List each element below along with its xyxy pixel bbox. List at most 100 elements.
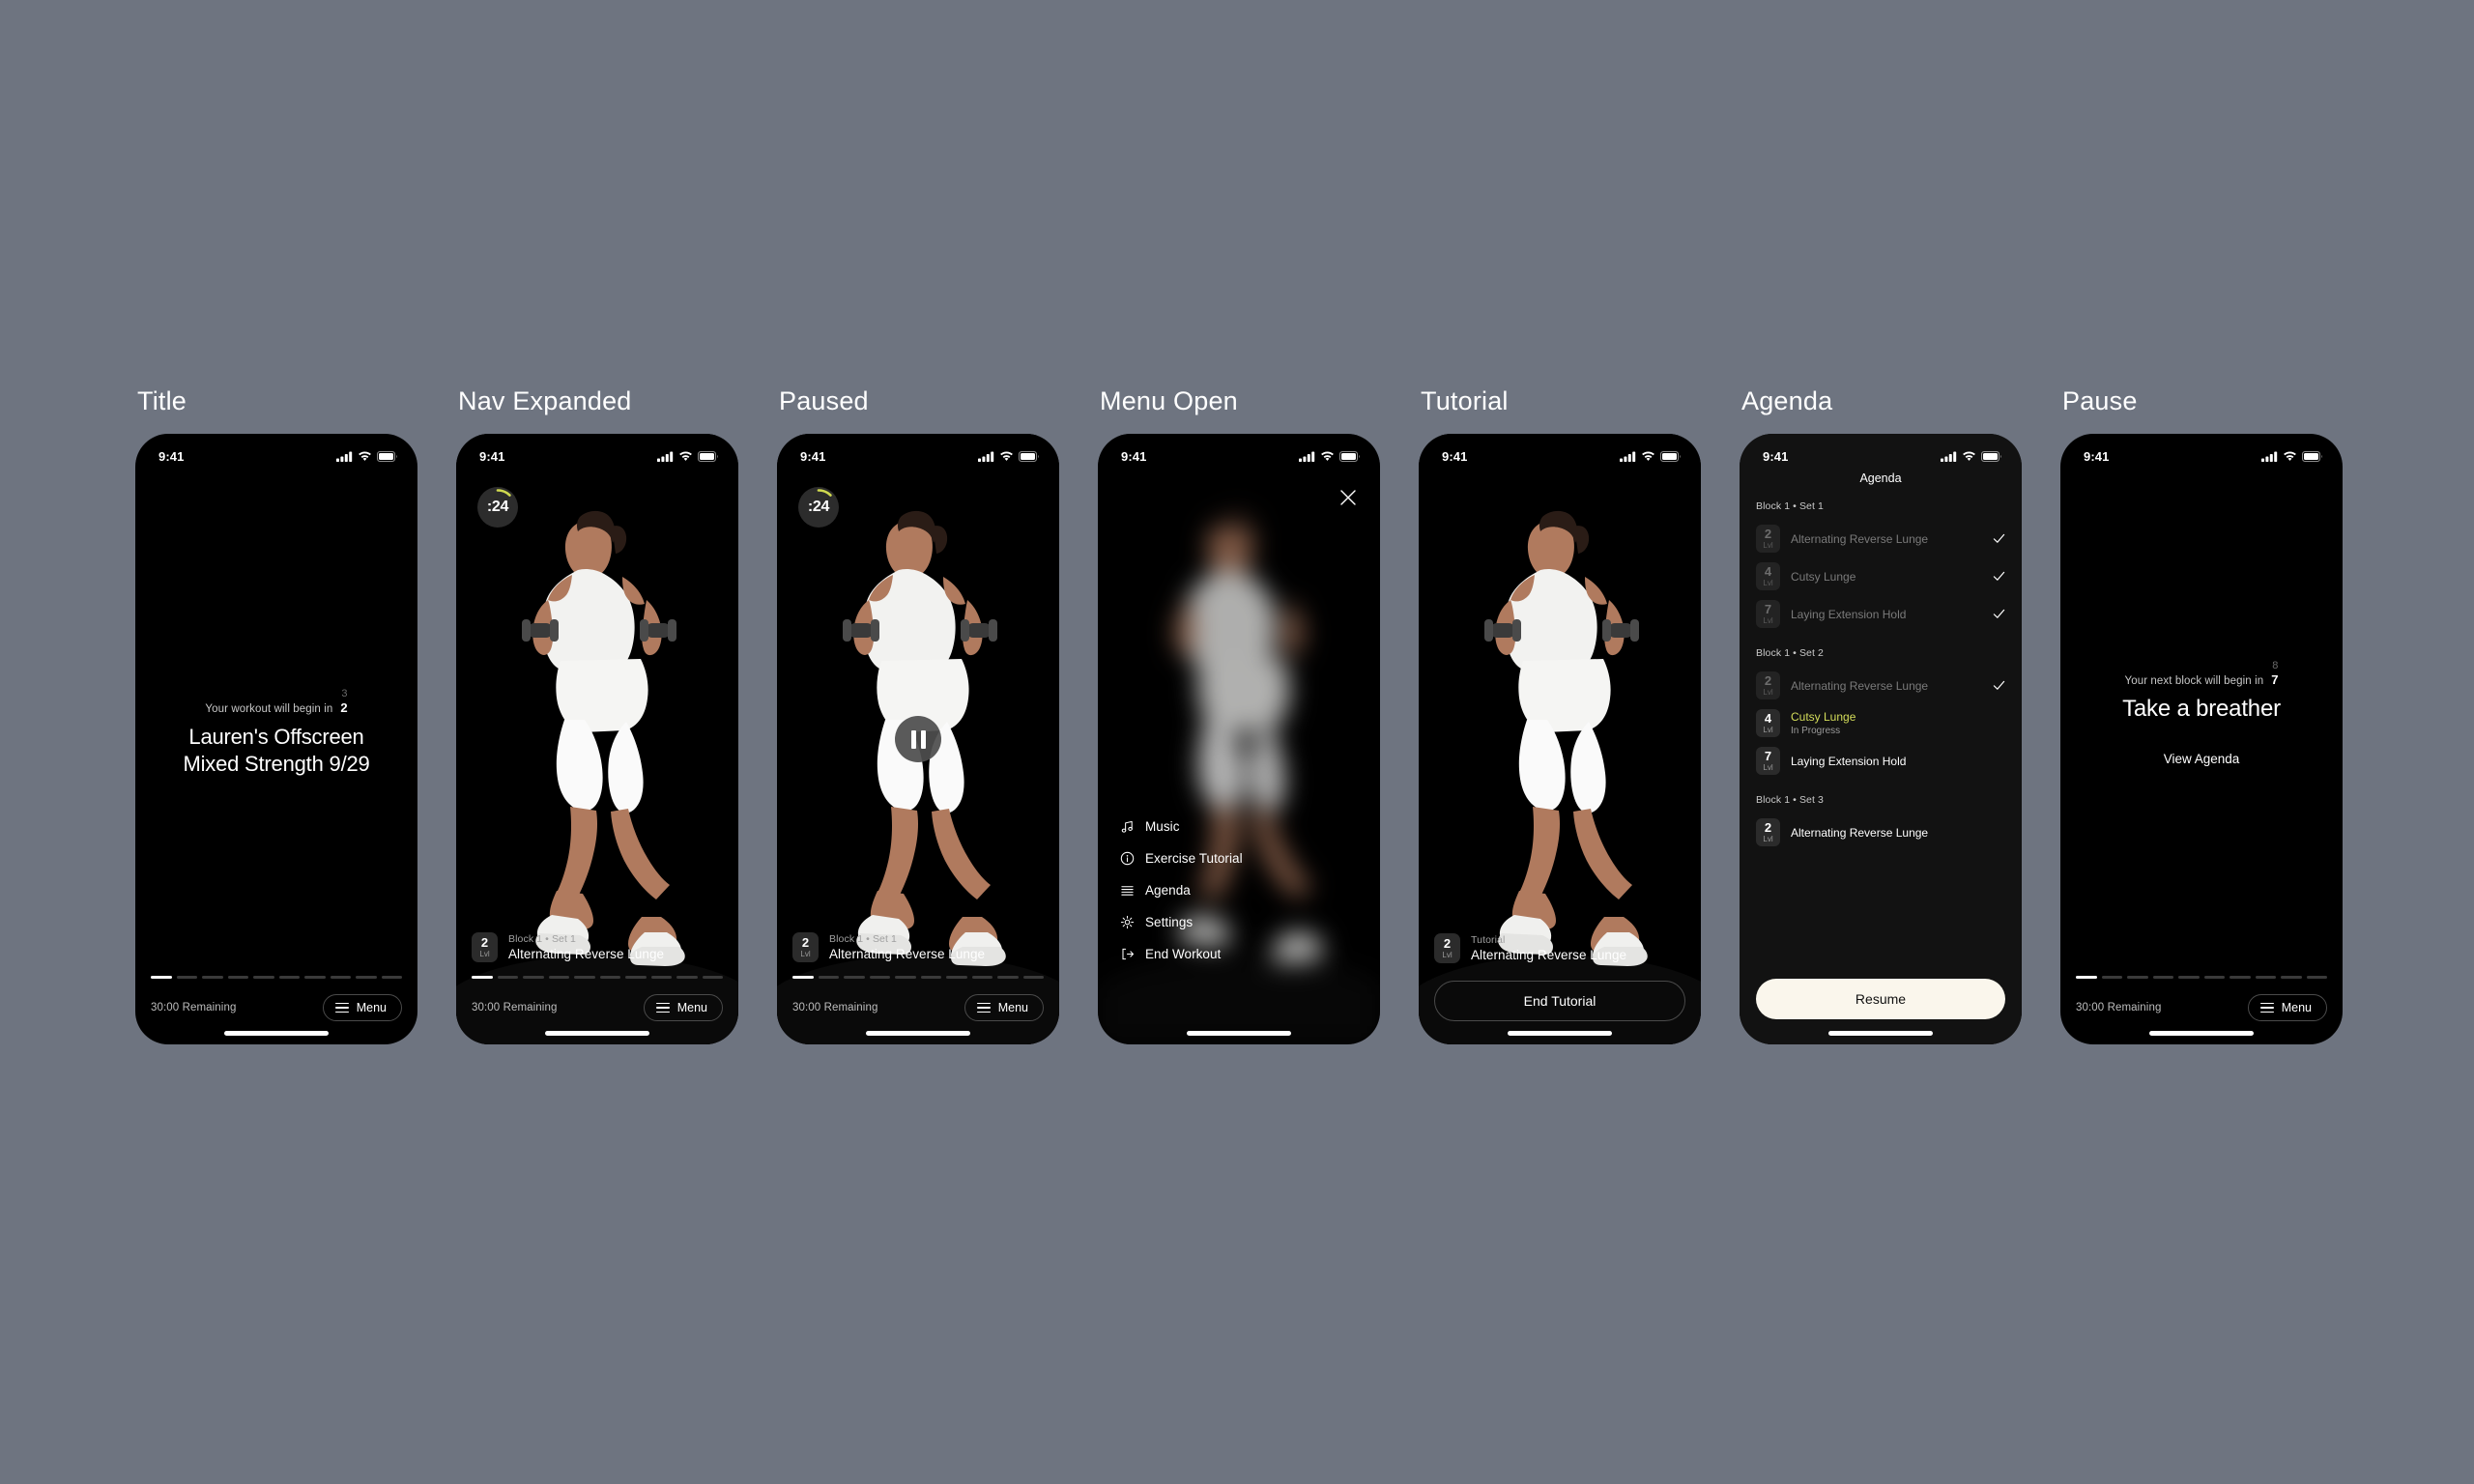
menu-button-label: Menu: [676, 1001, 707, 1014]
timer-progress-ring: [496, 489, 511, 497]
countdown-line: Your next block will begin in 8 7: [2125, 661, 2279, 688]
home-indicator: [545, 1031, 649, 1036]
cellular-signal-icon: [657, 451, 674, 462]
agenda-row[interactable]: 7 Lvl Laying Extension Hold: [1756, 742, 2005, 780]
agenda-list[interactable]: Block 1 • Set 1 2 Lvl Alternating Revers…: [1740, 500, 2022, 969]
agenda-exercise-name: Cutsy Lunge: [1791, 710, 1856, 724]
cellular-signal-icon: [1620, 451, 1636, 462]
agenda-row[interactable]: 2 Lvl Alternating Reverse Lunge: [1756, 520, 2005, 557]
close-button[interactable]: [1338, 487, 1359, 508]
phone-paused: 9:41 :24 2 Lvl Block 1 • Set 1 Alternati…: [777, 434, 1059, 1044]
agenda-row[interactable]: 2 Lvl Alternating Reverse Lunge: [1756, 813, 2005, 851]
menu-item-label: Music: [1145, 818, 1180, 834]
progress-segment: [869, 976, 890, 979]
frame-label-agenda: Agenda: [1741, 386, 1833, 415]
status-bar-time: 9:41: [2084, 448, 2110, 464]
music-icon: [1119, 818, 1135, 834]
level-value: 7: [1764, 602, 1772, 616]
frame-label-tutorial: Tutorial: [1421, 386, 1509, 415]
menu-button[interactable]: Menu: [2247, 994, 2327, 1021]
progress-segment: [202, 976, 223, 979]
status-bar-time: 9:41: [158, 448, 185, 464]
progress-segment: [2229, 976, 2251, 979]
battery-icon: [1339, 450, 1360, 462]
battery-icon: [1660, 450, 1681, 462]
status-bar-time: 9:41: [800, 448, 826, 464]
progress-segment: [227, 976, 248, 979]
menu-button[interactable]: Menu: [964, 994, 1044, 1021]
progress-segment: [971, 976, 992, 979]
level-badge: 2 Lvl: [1756, 671, 1780, 699]
menu-button[interactable]: Menu: [643, 994, 723, 1021]
agenda-exercise-name: Alternating Reverse Lunge: [1791, 531, 1929, 546]
agenda-group-label: Block 1 • Set 2: [1756, 647, 1824, 659]
check-icon: [1993, 571, 2005, 581]
status-bar-time: 9:41: [479, 448, 505, 464]
progress-segment: [2203, 976, 2225, 979]
level-badge: 4 Lvl: [1756, 562, 1780, 590]
rest-timer-badge: :24: [798, 487, 839, 528]
phone-menu-open: 9:41 Music Exercise Tutorial Agenda Sett…: [1098, 434, 1380, 1044]
progress-segment: [946, 976, 967, 979]
wifi-icon: [1963, 450, 1975, 461]
agenda-row-current[interactable]: 4 Lvl Cutsy Lunge In Progress: [1756, 704, 2005, 742]
wifi-icon: [679, 450, 692, 461]
progress-segment: [574, 976, 595, 979]
bottom-row: 30:00 Remaining Menu: [472, 994, 723, 1021]
progress-segment: [151, 976, 172, 979]
pause-icon: [910, 729, 926, 749]
agenda-row[interactable]: 7 Lvl Laying Extension Hold: [1756, 595, 2005, 633]
agenda-text: Alternating Reverse Lunge: [1791, 826, 2005, 840]
pause-button[interactable]: [895, 716, 941, 762]
agenda-text: Alternating Reverse Lunge: [1791, 679, 1982, 693]
progress-segment: [278, 976, 300, 979]
progress-segment: [304, 976, 326, 979]
home-indicator: [2149, 1031, 2254, 1036]
agenda-group: Block 1 • Set 2 2 Lvl Alternating Revers…: [1756, 647, 2005, 780]
cellular-signal-icon: [978, 451, 994, 462]
agenda-exercise-name: Cutsy Lunge: [1791, 569, 1856, 584]
status-bar-icons: [1941, 450, 2002, 462]
close-icon: [1340, 490, 1356, 505]
status-bar-time: 9:41: [1442, 448, 1468, 464]
exercise-text: Tutorial Alternating Reverse Lunge: [1471, 934, 1626, 962]
agenda-exercise-name: Alternating Reverse Lunge: [1791, 678, 1929, 693]
agenda-row[interactable]: 4 Lvl Cutsy Lunge: [1756, 557, 2005, 595]
end-tutorial-button[interactable]: End Tutorial: [1434, 981, 1685, 1021]
screenshot-board: Title 9:41 Your workout will begin in 3 …: [0, 0, 2474, 1484]
page-title: Lauren's Offscreen Mixed Strength 9/29: [183, 724, 369, 777]
cellular-signal-icon: [1299, 451, 1315, 462]
menu-item-exercise-tutorial[interactable]: Exercise Tutorial: [1119, 850, 1243, 866]
phone-pause: 9:41 Your next block will begin in 8 7 T…: [2060, 434, 2343, 1044]
status-bar-icons: [978, 450, 1040, 462]
exercise-text: Block 1 • Set 1 Alternating Reverse Lung…: [508, 933, 664, 961]
level-value: 2: [1764, 673, 1772, 688]
bottom-row: 30:00 Remaining Menu: [151, 994, 402, 1021]
agenda-exercise-name: Alternating Reverse Lunge: [1791, 825, 1929, 840]
wifi-icon: [1321, 450, 1334, 461]
agenda-row[interactable]: 2 Lvl Alternating Reverse Lunge: [1756, 667, 2005, 704]
menu-overlay: Music Exercise Tutorial Agenda Settings …: [1098, 434, 1380, 1044]
menu-item-end-workout[interactable]: End Workout: [1119, 946, 1243, 961]
menu-button[interactable]: Menu: [322, 994, 402, 1021]
menu-item-settings[interactable]: Settings: [1119, 914, 1243, 929]
progress-segments: [792, 976, 1044, 979]
phone-agenda: 9:41 Agenda Block 1 • Set 1 2 Lvl Altern…: [1740, 434, 2022, 1044]
view-agenda-link[interactable]: View Agenda: [2164, 752, 2240, 766]
level-label: Lvl: [1763, 763, 1773, 772]
agenda-group-label: Block 1 • Set 1: [1756, 500, 1824, 512]
current-exercise: 2 Lvl Tutorial Alternating Reverse Lunge: [1434, 933, 1685, 977]
bottom-row: 30:00 Remaining Menu: [2076, 994, 2327, 1021]
timer-progress-ring: [817, 489, 832, 497]
agenda-text: Laying Extension Hold: [1791, 608, 1982, 621]
home-indicator: [1508, 1031, 1612, 1036]
progress-segment: [997, 976, 1019, 979]
bottom-bar: 2 Lvl Block 1 • Set 1 Alternating Revers…: [456, 932, 738, 1044]
level-value: 2: [480, 935, 489, 950]
resume-button[interactable]: Resume: [1756, 979, 2005, 1019]
menu-item-music[interactable]: Music: [1119, 818, 1243, 834]
menu-item-agenda[interactable]: Agenda: [1119, 882, 1243, 898]
battery-icon: [2302, 450, 2322, 462]
level-value: 4: [1764, 564, 1772, 579]
wifi-icon: [1642, 450, 1654, 461]
